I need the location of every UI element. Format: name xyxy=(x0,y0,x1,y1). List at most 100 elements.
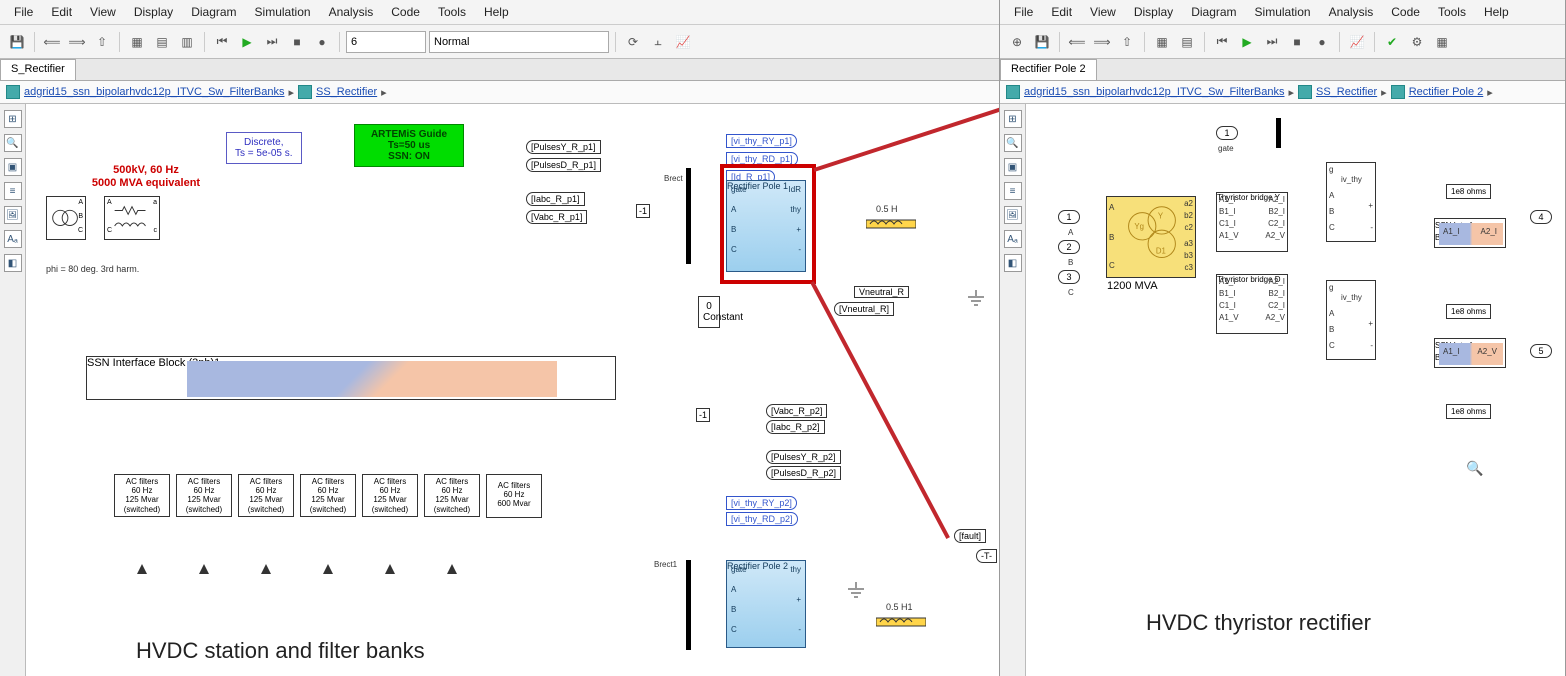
model-explorer-icon[interactable]: ▥ xyxy=(176,31,198,53)
gain-neg1-2[interactable]: -1 xyxy=(696,408,710,422)
hide-browser-icon[interactable]: ⊞ xyxy=(4,110,22,128)
fit-icon[interactable]: ▣ xyxy=(4,158,22,176)
menu-analysis[interactable]: Analysis xyxy=(321,3,382,21)
inductor-block[interactable] xyxy=(866,218,916,230)
sim-mode-select[interactable] xyxy=(429,31,609,53)
menu-simulation[interactable]: Simulation xyxy=(1247,3,1319,21)
from-pulsesd-p2[interactable]: [PulsesD_R_p2] xyxy=(766,466,841,480)
rectifier-pole-2-block[interactable]: gate thy A + B C - Rectifier Pole 2 xyxy=(726,560,806,648)
save-icon[interactable]: 💾 xyxy=(1031,31,1053,53)
ac-filter-4[interactable]: AC filters60 Hz125 Mvar(switched) xyxy=(300,474,356,517)
build-icon[interactable]: ⚙ xyxy=(1406,31,1428,53)
run-icon[interactable]: ▶ xyxy=(1236,31,1258,53)
ground-block[interactable] xyxy=(966,290,986,308)
constant-block[interactable]: 0 Constant xyxy=(698,296,720,328)
gain-neg1[interactable]: -1 xyxy=(636,204,650,218)
menu-display[interactable]: Display xyxy=(1126,3,1181,21)
menu-tools[interactable]: Tools xyxy=(430,3,474,21)
ground2-block[interactable] xyxy=(846,582,866,600)
inductor2-block[interactable] xyxy=(876,616,926,628)
subsystem-icon[interactable] xyxy=(1298,85,1312,99)
tab-ss-rectifier[interactable]: S_Rectifier xyxy=(0,59,76,80)
subsystem-icon[interactable] xyxy=(298,85,312,99)
iv-thy-y[interactable]: g iv_thy A+ B C- xyxy=(1326,162,1376,242)
back-icon[interactable]: ⟸ xyxy=(41,31,63,53)
thyristor-bridge-d[interactable]: A1_IA2_I B1_IB2_I C1_IC2_I A1_VA2_V Thyr… xyxy=(1216,274,1288,334)
from-iabc-p1[interactable]: [Iabc_R_p1] xyxy=(526,192,585,206)
ac-filter-5[interactable]: AC filters60 Hz125 Mvar(switched) xyxy=(362,474,418,517)
inport-2[interactable]: 2 xyxy=(1058,240,1080,254)
up-icon[interactable]: ⇧ xyxy=(91,31,113,53)
run-icon[interactable]: ▶ xyxy=(236,31,258,53)
from-pulsesy-p2[interactable]: [PulsesY_R_p2] xyxy=(766,450,841,464)
transformer-1200mva[interactable]: Yg Y D1 1200 MVA A B C a2 b2 c2 a3 b3 c3 xyxy=(1106,196,1196,278)
model-config-icon[interactable]: ▤ xyxy=(151,31,173,53)
record-icon[interactable]: ● xyxy=(1311,31,1333,53)
outport-5[interactable]: 5 xyxy=(1530,344,1552,358)
menu-help[interactable]: Help xyxy=(1476,3,1517,21)
demux[interactable] xyxy=(1276,118,1281,148)
powergui-block[interactable]: Discrete,Ts = 5e-05 s. xyxy=(226,132,302,164)
record-icon[interactable]: ● xyxy=(311,31,333,53)
menu-edit[interactable]: Edit xyxy=(43,3,80,21)
tab-rectifier-pole-2[interactable]: Rectifier Pole 2 xyxy=(1000,59,1097,80)
viewmark-icon[interactable]: ◧ xyxy=(4,254,22,272)
grid-icon[interactable]: ▦ xyxy=(1431,31,1453,53)
step-fwd-icon[interactable]: ⏭ xyxy=(261,31,283,53)
bus-selector-2[interactable] xyxy=(686,560,691,650)
menu-help[interactable]: Help xyxy=(476,3,517,21)
outport-4[interactable]: 4 xyxy=(1530,210,1552,224)
thyristor-bridge-y[interactable]: A1_IA2_I B1_IB2_I C1_IC2_I A1_VA2_V Thyr… xyxy=(1216,192,1288,252)
menu-analysis[interactable]: Analysis xyxy=(1321,3,1382,21)
resistor-1e8-b[interactable]: 1e8 ohms xyxy=(1446,304,1491,319)
ac-filter-1[interactable]: AC filters60 Hz125 Mvar(switched) xyxy=(114,474,170,517)
menu-diagram[interactable]: Diagram xyxy=(1183,3,1244,21)
from-vneutral[interactable]: [Vneutral_R] xyxy=(834,302,894,316)
menu-display[interactable]: Display xyxy=(126,3,181,21)
ac-filter-3[interactable]: AC filters60 Hz125 Mvar(switched) xyxy=(238,474,294,517)
breadcrumb-l2[interactable]: Rectifier Pole 2 xyxy=(1409,86,1484,98)
from-vabc-p1[interactable]: [Vabc_R_p1] xyxy=(526,210,587,224)
zoom-in-icon[interactable]: 🔍 xyxy=(4,134,22,152)
menu-code[interactable]: Code xyxy=(1383,3,1428,21)
goto-vithy-rd-p2[interactable]: [vi_thy_RD_p2] xyxy=(726,512,798,526)
lib-browser-icon[interactable]: ▦ xyxy=(1151,31,1173,53)
menu-edit[interactable]: Edit xyxy=(1043,3,1080,21)
model-icon[interactable] xyxy=(6,85,20,99)
from-iabc-p2[interactable]: [Iabc_R_p2] xyxy=(766,420,825,434)
ac-filter-6[interactable]: AC filters60 Hz125 Mvar(switched) xyxy=(424,474,480,517)
lib-browser-icon[interactable]: ▦ xyxy=(126,31,148,53)
inport-gate[interactable]: 1 xyxy=(1216,126,1238,140)
step-back-icon[interactable]: ⏮ xyxy=(1211,31,1233,53)
ssn-interface-1ph-a[interactable]: A1_I A2_I SSN Interface Block (1ph) xyxy=(1434,218,1506,248)
breadcrumb-l1[interactable]: SS_Rectifier xyxy=(316,86,377,98)
canvas-left[interactable]: 500kV, 60 Hz 5000 MVA equivalent A B C A… xyxy=(26,104,999,676)
menu-simulation[interactable]: Simulation xyxy=(247,3,319,21)
three-phase-source-block[interactable]: A B C xyxy=(46,196,86,240)
annotate-icon[interactable]: ≡ xyxy=(1004,182,1022,200)
legend-icon[interactable]: Aₐ xyxy=(4,230,22,248)
ac-filter-2[interactable]: AC filters60 Hz125 Mvar(switched) xyxy=(176,474,232,517)
annotate-icon[interactable]: ≡ xyxy=(4,182,22,200)
bus-selector[interactable] xyxy=(686,168,691,264)
tune-icon[interactable]: ⫠ xyxy=(647,31,669,53)
up-icon[interactable]: ⇧ xyxy=(1116,31,1138,53)
fwd-icon[interactable]: ⟹ xyxy=(1091,31,1113,53)
image-icon[interactable]: 🖼 xyxy=(4,206,22,224)
image-icon[interactable]: 🖼 xyxy=(1004,206,1022,224)
menu-tools[interactable]: Tools xyxy=(1430,3,1474,21)
ac-filter-600[interactable]: AC filters60 Hz600 Mvar xyxy=(486,474,542,518)
menu-view[interactable]: View xyxy=(82,3,124,21)
rl-load-block[interactable]: A C a c xyxy=(104,196,160,240)
scope-icon[interactable]: 📈 xyxy=(1346,31,1368,53)
ssn-interface-1ph-b[interactable]: A1_I A2_V SSN Interface Block (1ph)1 xyxy=(1434,338,1506,368)
menu-file[interactable]: File xyxy=(1006,3,1041,21)
goto-vithy-ry-p2[interactable]: [vi_thy_RY_p2] xyxy=(726,496,797,510)
search-icon[interactable]: 🔍 xyxy=(1466,460,1483,477)
save-icon[interactable]: 💾 xyxy=(6,31,28,53)
model-config-icon[interactable]: ▤ xyxy=(1176,31,1198,53)
from-fault[interactable]: [fault] xyxy=(954,529,986,543)
inport-1[interactable]: 1 xyxy=(1058,210,1080,224)
check-icon[interactable]: ✔ xyxy=(1381,31,1403,53)
new-model-icon[interactable]: ⊕ xyxy=(1006,31,1028,53)
